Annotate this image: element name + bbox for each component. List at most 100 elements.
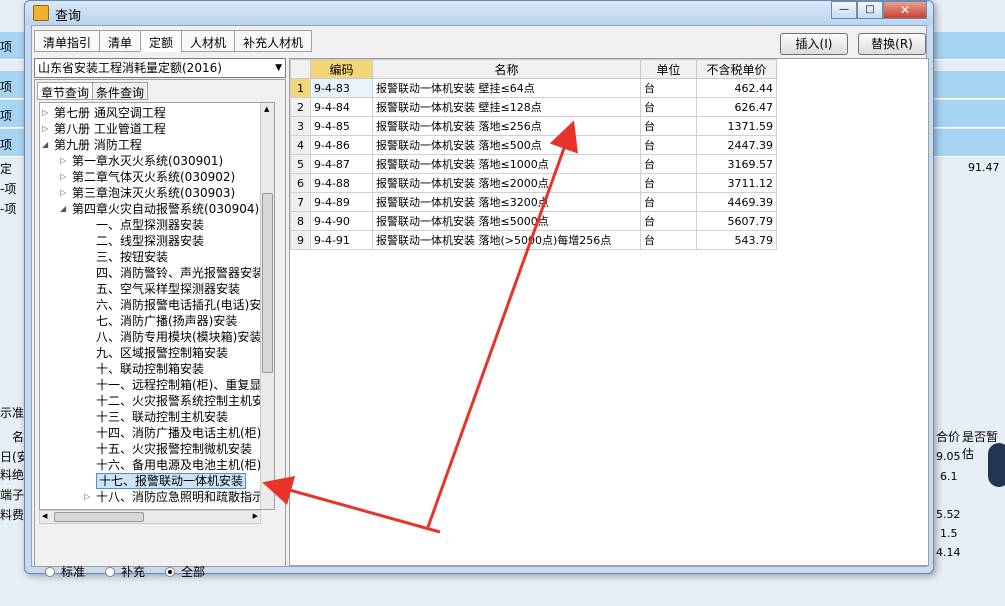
tree-item[interactable]: 十六、备用电源及电池主机(柜)安装 <box>96 457 274 473</box>
tree-item[interactable]: 一、点型探测器安装 <box>96 217 204 233</box>
cell-code: 9-4-89 <box>310 192 373 212</box>
cell-name: 报警联动一体机安装 落地≤256点 <box>372 116 641 136</box>
tree-item[interactable]: ▷ 第一章水灭火系统(030901) <box>60 153 224 169</box>
scroll-thumb[interactable] <box>262 193 273 373</box>
bg-value: 9.05 <box>936 450 961 463</box>
tab-labor-material-machine[interactable]: 人材机 <box>181 30 236 52</box>
cell-name: 报警联动一体机安装 落地≤1000点 <box>372 154 641 174</box>
expand-icon[interactable]: ▷ <box>60 153 66 169</box>
expand-icon[interactable]: ▷ <box>60 169 66 185</box>
cell-unit: 台 <box>640 116 697 136</box>
tree-item[interactable]: ▷ 第八册 工业管道工程 <box>42 121 166 137</box>
col-header-price[interactable]: 不含税单价 <box>696 59 777 79</box>
col-header-unit[interactable]: 单位 <box>640 59 697 79</box>
replace-button[interactable]: 替换(R) <box>858 33 926 55</box>
radio-circle[interactable] <box>105 566 116 577</box>
tree-item[interactable]: 九、区域报警控制箱安装 <box>96 345 228 361</box>
tree-item[interactable]: 四、消防警铃、声光报警器安装 <box>96 265 264 281</box>
tree-item[interactable]: ▷ 第二章气体灭火系统(030902) <box>60 169 236 185</box>
radio-standard[interactable]: 标准 <box>45 563 85 580</box>
table-row[interactable]: 5 9-4-87 报警联动一体机安装 落地≤1000点台 3169.57 <box>290 154 777 174</box>
cell-unit: 台 <box>640 154 697 174</box>
tree-item[interactable]: 七、消防广播(扬声器)安装 <box>96 313 237 329</box>
tree-item[interactable]: 三、按钮安装 <box>96 249 168 265</box>
table-row[interactable]: 2 9-4-84 报警联动一体机安装 壁挂≤128点台 626.47 <box>290 97 777 117</box>
expand-icon[interactable]: ▷ <box>42 121 48 137</box>
cell-code: 9-4-86 <box>310 135 373 155</box>
tab-bill-guide[interactable]: 清单指引 <box>34 30 101 52</box>
tree-item[interactable]: 十七、报警联动一体机安装 <box>96 473 247 489</box>
cell-code: 9-4-83 <box>310 78 373 98</box>
table-row[interactable]: 4 9-4-86 报警联动一体机安装 落地≤500点台 2447.39 <box>290 135 777 155</box>
tree-item[interactable]: ◢ 第九册 消防工程 <box>42 137 142 153</box>
tree-item[interactable]: 十二、火灾报警系统控制主机安装 <box>96 393 274 409</box>
expand-icon[interactable]: ▷ <box>84 489 90 505</box>
chevron-down-icon[interactable]: ▼ <box>275 59 282 77</box>
tree-item-label: 第二章气体灭火系统(030902) <box>72 170 236 184</box>
radio-supplement[interactable]: 补充 <box>105 563 145 580</box>
bg-bottom-text: 料费 <box>0 508 25 522</box>
tree-item[interactable]: 十三、联动控制主机安装 <box>96 409 228 425</box>
tree-item[interactable]: ▷ 第三章泡沫灭火系统(030903) <box>60 185 235 201</box>
radio-circle[interactable] <box>165 566 176 577</box>
tree-item-label: 十、联动控制箱安装 <box>96 362 205 376</box>
tree-item[interactable]: ▷ 十八、消防应急照明和疏散指示系统 <box>84 489 274 505</box>
tab-chapter-search[interactable]: 章节查询 <box>37 82 94 100</box>
cell-name: 报警联动一体机安装 壁挂≤64点 <box>372 78 641 98</box>
cell-unit: 台 <box>640 192 697 212</box>
tree-horizontal-scrollbar[interactable]: ◀ ▶ <box>39 510 261 524</box>
bg-value: 6.1 <box>940 470 958 483</box>
scroll-right-icon[interactable]: ▶ <box>253 512 258 520</box>
tab-condition-search[interactable]: 条件查询 <box>92 82 149 100</box>
col-header-name[interactable]: 名称 <box>372 59 641 79</box>
quota-library-select[interactable]: 山东省安装工程消耗量定额(2016) ▼ <box>34 58 286 78</box>
tree-item[interactable]: 十、联动控制箱安装 <box>96 361 204 377</box>
tree-vertical-scrollbar[interactable]: ▲ <box>260 103 274 509</box>
radio-circle[interactable] <box>45 566 55 577</box>
table-row[interactable]: 9 9-4-91 报警联动一体机安装 落地(>5000点)每增256点台 543.79 <box>290 230 777 250</box>
insert-button[interactable]: 插入(I) <box>780 33 848 55</box>
tree-item[interactable]: 五、空气采样型探测器安装 <box>96 281 240 297</box>
bg-left-text: -项 <box>0 182 17 196</box>
table-row[interactable]: 1 9-4-83 报警联动一体机安装 壁挂≤64点台 462.44 <box>290 78 777 98</box>
top-tabs: 清单指引 清单 定额 人材机 补充人材机 <box>34 30 313 52</box>
tree-item[interactable]: 八、消防专用模块(模块箱)安装 <box>96 329 261 345</box>
cell-price: 626.47 <box>696 97 777 117</box>
table-row[interactable]: 6 9-4-88 报警联动一体机安装 落地≤2000点台 3711.12 <box>290 173 777 193</box>
tab-bill[interactable]: 清单 <box>99 30 142 52</box>
minimize-icon[interactable]: — <box>831 1 857 19</box>
bg-value: 91.47 <box>968 161 1000 174</box>
scroll-left-icon[interactable]: ◀ <box>42 512 47 520</box>
cell-unit: 台 <box>640 97 697 117</box>
tree-item[interactable]: 十四、消防广播及电话主机(柜)安装 <box>96 425 274 441</box>
bg-left-text: 项 <box>0 109 13 123</box>
tree-item[interactable]: 二、线型探测器安装 <box>96 233 204 249</box>
table-row[interactable]: 8 9-4-90 报警联动一体机安装 落地≤5000点台 5607.79 <box>290 211 777 231</box>
table-row[interactable]: 7 9-4-89 报警联动一体机安装 落地≤3200点台 4469.39 <box>290 192 777 212</box>
maximize-icon[interactable]: □ <box>857 1 883 19</box>
tree-item-label: 第一章水灭火系统(030901) <box>72 154 224 168</box>
scroll-thumb[interactable] <box>54 512 144 522</box>
cell-price: 462.44 <box>696 78 777 98</box>
nav-widget-icon[interactable] <box>988 443 1005 487</box>
expand-icon[interactable]: ▷ <box>60 185 66 201</box>
table-row[interactable]: 3 9-4-85 报警联动一体机安装 落地≤256点台 1371.59 <box>290 116 777 136</box>
tree-item[interactable]: ▷ 第七册 通风空调工程 <box>42 105 166 121</box>
tab-supplement-lmm[interactable]: 补充人材机 <box>234 30 313 52</box>
tree-item[interactable]: ◢ 第四章火灾自动报警系统(030904) <box>60 201 259 217</box>
col-header-code[interactable]: 编码 <box>310 59 373 79</box>
radio-all[interactable]: 全部 <box>165 563 205 580</box>
tab-quota[interactable]: 定额 <box>140 30 183 52</box>
bg-header: 合价 <box>936 430 961 444</box>
tree-item[interactable]: 六、消防报警电话插孔(电话)安装 <box>96 297 273 313</box>
cell-n: 6 <box>290 173 311 193</box>
scroll-up-icon[interactable]: ▲ <box>264 105 269 113</box>
radio-label: 全部 <box>181 565 206 579</box>
tree-item[interactable]: 十五、火灾报警控制微机安装 <box>96 441 252 457</box>
cell-code: 9-4-91 <box>310 230 373 250</box>
collapse-icon[interactable]: ◢ <box>60 201 66 217</box>
tree-item[interactable]: 十一、远程控制箱(柜)、重复显示器 <box>96 377 274 393</box>
close-icon[interactable]: ✕ <box>883 1 927 19</box>
expand-icon[interactable]: ▷ <box>42 105 48 121</box>
collapse-icon[interactable]: ◢ <box>42 137 48 153</box>
